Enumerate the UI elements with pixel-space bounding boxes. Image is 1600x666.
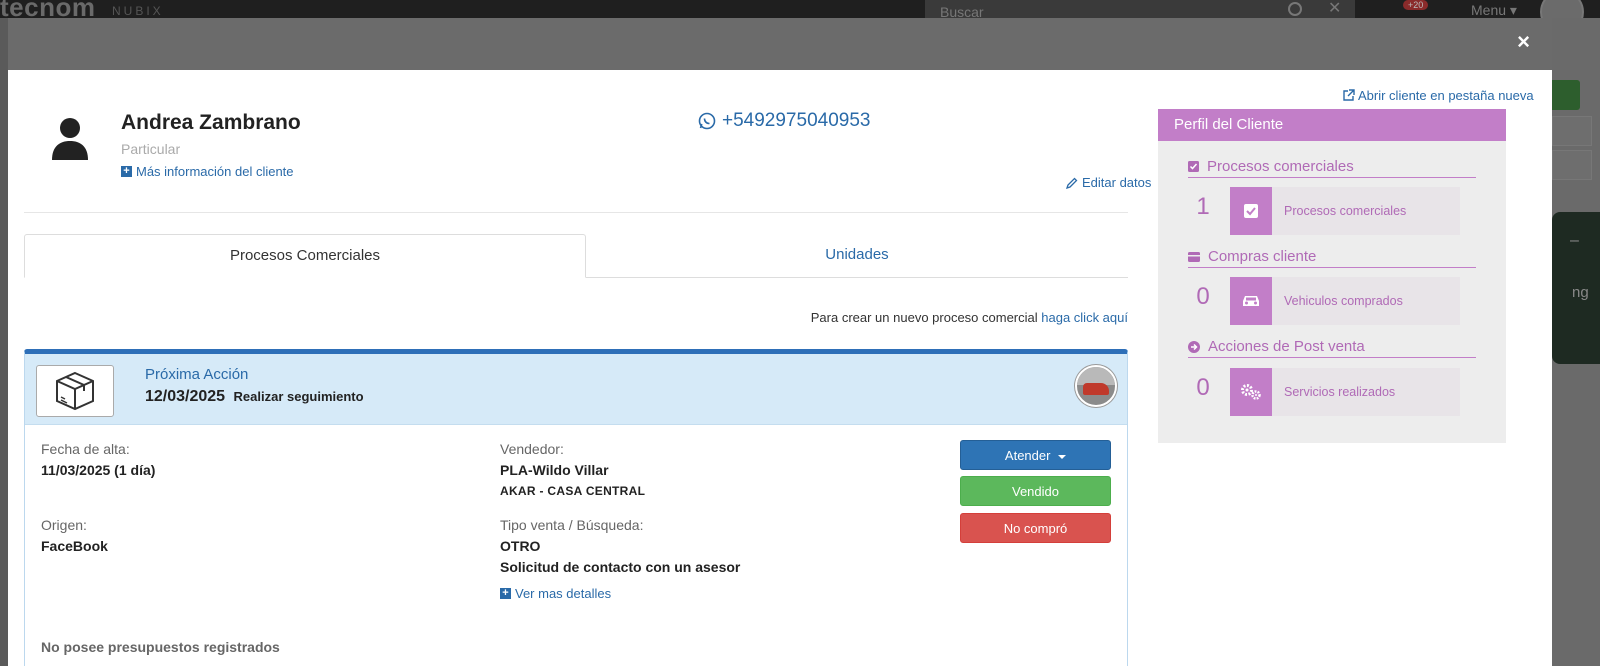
tile-label: Servicios realizados bbox=[1284, 385, 1396, 399]
next-action: 12/03/2025 Realizar seguimiento bbox=[145, 388, 364, 406]
caret-down-icon bbox=[1058, 454, 1067, 459]
fecha-alta-value: 11/03/2025 (1 día) bbox=[41, 462, 156, 478]
main-menu-button[interactable]: Menu ▾ bbox=[1471, 2, 1517, 19]
profile-panel-title: Perfil del Cliente bbox=[1158, 109, 1506, 141]
more-details-label: Ver mas detalles bbox=[515, 586, 612, 601]
background-minimize: – bbox=[1570, 232, 1579, 249]
tab-procesos-comerciales[interactable]: Procesos Comerciales bbox=[24, 234, 586, 278]
section-title: Procesos comerciales bbox=[1207, 158, 1354, 175]
more-client-info-label: Más información del cliente bbox=[136, 164, 294, 179]
attend-button[interactable]: Atender bbox=[960, 440, 1111, 470]
background-box bbox=[1552, 150, 1592, 180]
arrow-circle-right-icon bbox=[1188, 340, 1200, 353]
background-box bbox=[1552, 116, 1592, 146]
tile-label: Vehiculos comprados bbox=[1284, 294, 1403, 308]
wallet-icon bbox=[1188, 251, 1200, 262]
compras-count: 0 bbox=[1196, 283, 1210, 310]
client-profile-panel: Perfil del Cliente Procesos comerciales … bbox=[1158, 109, 1506, 443]
vendedor-label: Vendedor: bbox=[500, 441, 564, 457]
background-text-fragment: ng bbox=[1572, 284, 1589, 301]
edit-client-link[interactable]: Editar datos bbox=[1066, 175, 1151, 190]
create-process-link[interactable]: haga click aquí bbox=[1041, 310, 1128, 325]
no-quotes-message: No posee presupuestos registrados bbox=[41, 639, 280, 655]
tile-label: Procesos comerciales bbox=[1284, 204, 1407, 218]
gears-icon bbox=[1230, 368, 1272, 416]
open-in-new-tab-label: Abrir cliente en pestaña nueva bbox=[1358, 88, 1534, 103]
procesos-comerciales-tile[interactable]: 1 Procesos comerciales bbox=[1188, 187, 1460, 235]
seller-avatar bbox=[1075, 365, 1117, 407]
external-link-icon bbox=[1343, 89, 1355, 101]
tipo-venta-label: Tipo venta / Búsqueda: bbox=[500, 517, 644, 533]
check-square-icon bbox=[1230, 187, 1272, 235]
create-process-line: Para crear un nuevo proceso comercial ha… bbox=[24, 310, 1128, 325]
client-tabs: Procesos Comerciales Unidades bbox=[24, 234, 1128, 278]
check-square-icon bbox=[1188, 161, 1199, 172]
notifications-badge[interactable]: +20 bbox=[1403, 0, 1429, 10]
origen-value: FaceBook bbox=[41, 538, 108, 554]
no-purchase-button[interactable]: No compró bbox=[960, 513, 1111, 543]
car-icon bbox=[1230, 277, 1272, 325]
process-card: Próxima Acción 12/03/2025 Realizar segui… bbox=[24, 349, 1128, 666]
app-topbar bbox=[0, 0, 1600, 18]
vehiculos-comprados-tile[interactable]: 0 Vehiculos comprados bbox=[1188, 277, 1460, 325]
section-title: Acciones de Post venta bbox=[1208, 338, 1365, 355]
next-action-date: 12/03/2025 bbox=[145, 388, 226, 405]
more-client-info-link[interactable]: + Más información del cliente bbox=[121, 164, 294, 179]
pencil-icon bbox=[1066, 177, 1078, 189]
search-icon[interactable] bbox=[1288, 2, 1302, 16]
section-procesos-comerciales: Procesos comerciales bbox=[1188, 156, 1476, 178]
attend-button-label: Atender bbox=[1004, 448, 1051, 463]
next-action-text: Realizar seguimiento bbox=[233, 389, 364, 404]
vendedor-value: PLA-Wildo Villar bbox=[500, 462, 609, 478]
close-modal-button[interactable]: × bbox=[1517, 30, 1530, 54]
section-title: Compras cliente bbox=[1208, 248, 1317, 265]
procesos-count: 1 bbox=[1196, 193, 1210, 220]
plus-square-icon: + bbox=[500, 588, 511, 599]
package-icon bbox=[56, 371, 94, 411]
process-icon-box bbox=[36, 365, 114, 417]
edit-client-label: Editar datos bbox=[1082, 175, 1152, 190]
user-silhouette-icon bbox=[52, 118, 88, 160]
client-phone: +5492975040953 bbox=[722, 110, 871, 131]
vendedor-branch: AKAR - CASA CENTRAL bbox=[500, 484, 646, 498]
next-action-label: Próxima Acción bbox=[145, 366, 249, 383]
section-compras-cliente: Compras cliente bbox=[1188, 246, 1476, 268]
tab-unidades[interactable]: Unidades bbox=[586, 234, 1128, 278]
more-details-link[interactable]: + Ver mas detalles bbox=[500, 586, 611, 601]
client-type: Particular bbox=[121, 141, 181, 157]
open-in-new-tab-link[interactable]: Abrir cliente en pestaña nueva bbox=[1342, 88, 1534, 103]
modal-header: × bbox=[8, 18, 1552, 70]
fecha-alta-label: Fecha de alta: bbox=[41, 441, 130, 457]
whatsapp-phone-link[interactable]: +5492975040953 bbox=[698, 110, 870, 132]
servicios-count: 0 bbox=[1196, 374, 1210, 401]
tipo-venta-detail: Solicitud de contacto con un asesor bbox=[500, 559, 741, 575]
tipo-venta-value: OTRO bbox=[500, 538, 541, 554]
whatsapp-icon bbox=[698, 112, 716, 130]
clear-search-icon[interactable]: ✕ bbox=[1328, 0, 1341, 18]
client-name: Andrea Zambrano bbox=[121, 111, 301, 134]
app-logo-sub: NUBIX bbox=[112, 4, 164, 18]
sold-button[interactable]: Vendido bbox=[960, 476, 1111, 506]
create-process-text: Para crear un nuevo proceso comercial bbox=[810, 310, 1038, 325]
client-modal: × Andrea Zambrano Particular + Más infor… bbox=[8, 18, 1552, 666]
section-post-venta: Acciones de Post venta bbox=[1188, 336, 1476, 358]
servicios-realizados-tile[interactable]: 0 Servicios realizados bbox=[1188, 368, 1460, 416]
process-card-header: Próxima Acción 12/03/2025 Realizar segui… bbox=[25, 354, 1127, 425]
header-divider bbox=[24, 212, 1128, 213]
plus-square-icon: + bbox=[121, 166, 132, 177]
origen-label: Origen: bbox=[41, 517, 87, 533]
